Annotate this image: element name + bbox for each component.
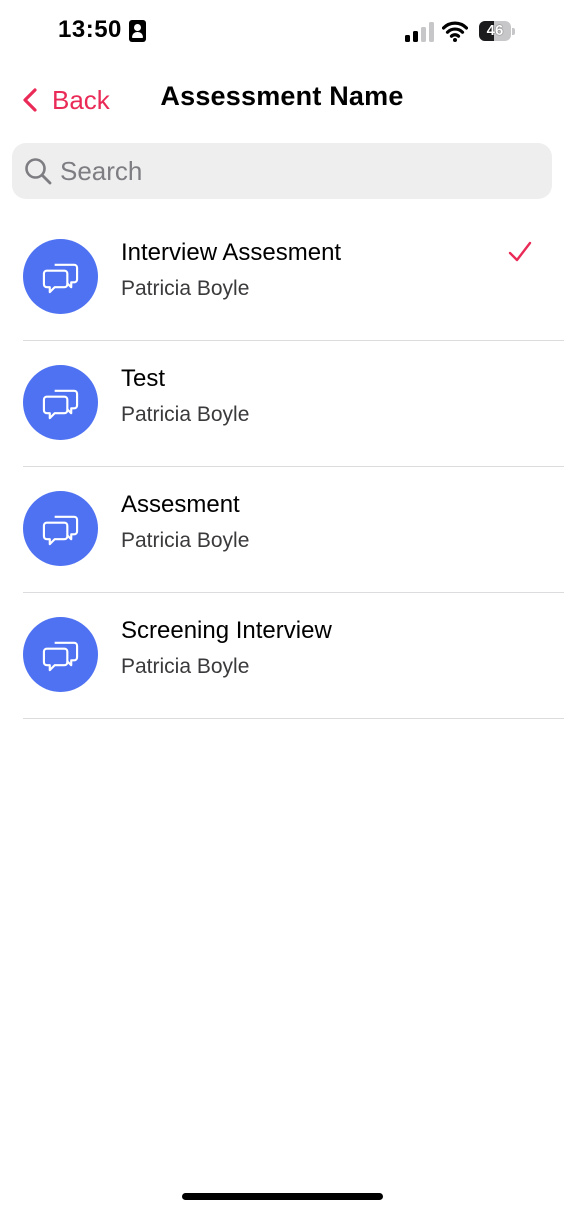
avatar — [23, 365, 98, 440]
item-title: Screening Interview — [121, 617, 332, 644]
navigation-bar: Back Assessment Name — [0, 64, 564, 134]
divider — [23, 718, 564, 719]
list-item[interactable]: Test Patricia Boyle — [0, 341, 564, 467]
list-item[interactable]: Assesment Patricia Boyle — [0, 467, 564, 593]
search-bar[interactable] — [12, 143, 552, 199]
avatar — [23, 491, 98, 566]
item-subtitle: Patricia Boyle — [121, 529, 250, 552]
page-title: Assessment Name — [160, 81, 404, 111]
list-item[interactable]: Screening Interview Patricia Boyle — [0, 593, 564, 719]
item-subtitle: Patricia Boyle — [121, 655, 250, 678]
checkmark-icon — [508, 241, 532, 262]
list-item[interactable]: Interview Assesment Patricia Boyle — [0, 215, 564, 341]
avatar — [23, 617, 98, 692]
item-title: Assesment — [121, 491, 240, 518]
chat-bubbles-icon — [42, 389, 79, 420]
avatar — [23, 239, 98, 314]
contact-card-icon — [129, 20, 146, 42]
chat-bubbles-icon — [42, 515, 79, 546]
search-input[interactable] — [58, 143, 540, 199]
assessment-list: Interview Assesment Patricia Boyle Test … — [0, 215, 564, 719]
item-title: Interview Assesment — [121, 239, 342, 266]
item-subtitle: Patricia Boyle — [121, 277, 250, 300]
search-icon — [25, 158, 52, 185]
battery-level: 46 — [486, 22, 504, 39]
status-time: 13:50 — [58, 16, 122, 43]
item-subtitle: Patricia Boyle — [121, 403, 250, 426]
status-bar: 13:50 46 — [0, 0, 564, 64]
wifi-icon — [442, 21, 468, 42]
chat-bubbles-icon — [42, 641, 79, 672]
chat-bubbles-icon — [42, 263, 79, 294]
home-indicator[interactable] — [182, 1193, 383, 1200]
item-title: Test — [121, 365, 166, 392]
battery-icon: 46 — [479, 21, 515, 41]
cellular-signal-icon — [405, 22, 434, 42]
